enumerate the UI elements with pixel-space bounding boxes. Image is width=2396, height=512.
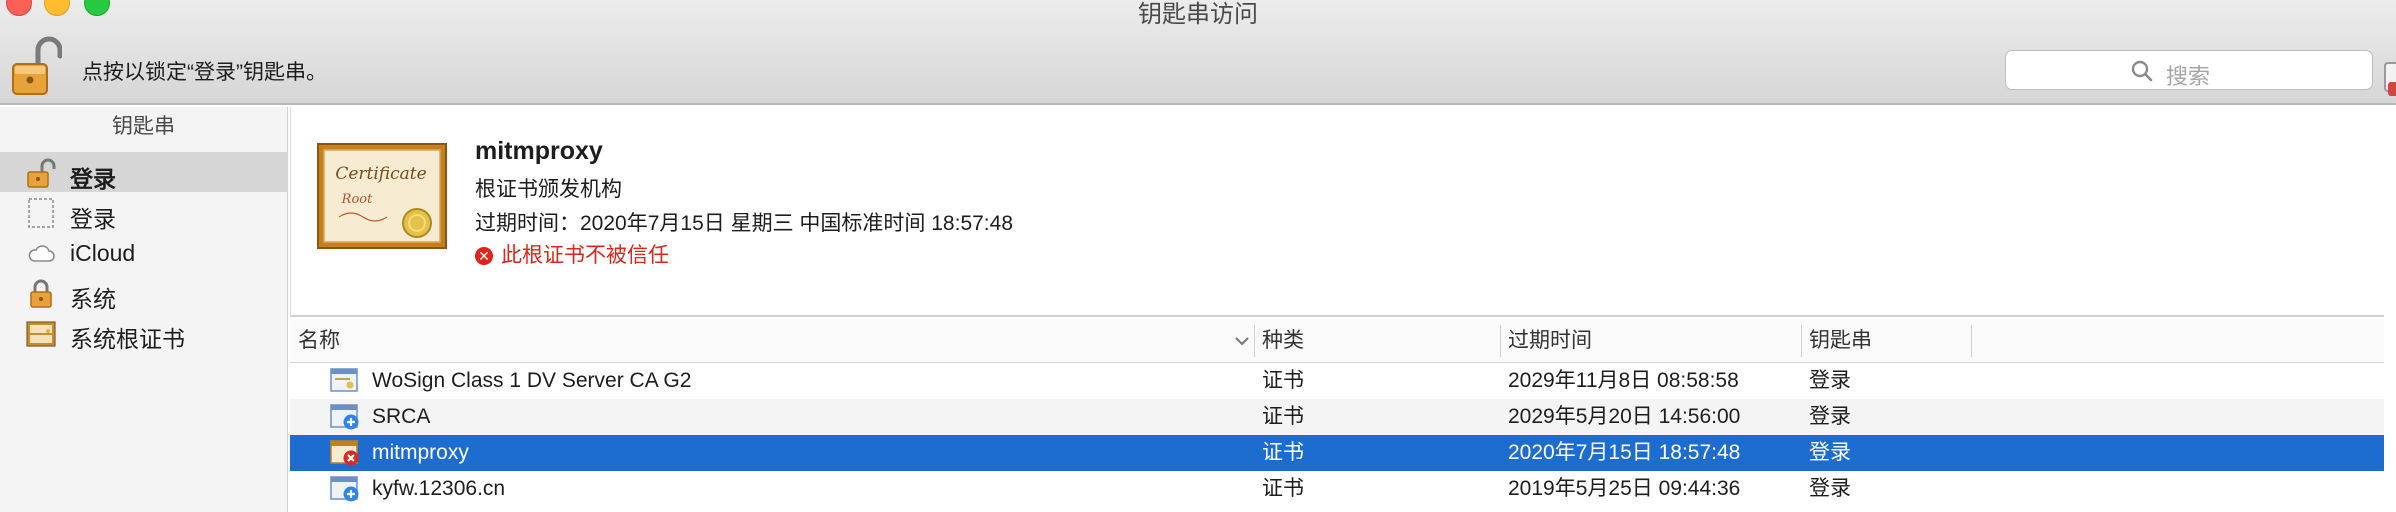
error-x-icon: ✕	[475, 247, 493, 265]
unlocked-padlock-icon	[26, 158, 56, 188]
row-keychain: 登录	[1809, 405, 1851, 428]
unlocked-padlock-icon[interactable]	[10, 34, 63, 98]
search-placeholder: 搜索	[2166, 64, 2211, 89]
svg-text:Certificate: Certificate	[335, 164, 426, 184]
sidebar-item-system[interactable]: 系统	[0, 272, 288, 312]
certificate-plus-icon	[330, 475, 360, 503]
sidebar-item-label: 登录	[70, 166, 116, 192]
certificate-root-icon: Certificate Root	[317, 143, 447, 249]
row-expires: 2029年11月8日 08:58:58	[1508, 369, 1739, 392]
column-header-kind[interactable]: 种类	[1254, 319, 1500, 363]
row-kind: 证书	[1262, 405, 1304, 428]
keychain-access-window: 钥匙串访问 点按以锁定“登录”钥匙串。 搜索 钥匙串 登录 登录 iCloud …	[0, 0, 2396, 512]
row-expires: 2020年7月15日 18:57:48	[1508, 441, 1741, 464]
row-expires: 2029年5月20日 14:56:00	[1508, 405, 1741, 428]
certificate-cabinet-icon	[26, 318, 56, 348]
sidebar-header: 钥匙串	[112, 115, 175, 138]
certificate-name: mitmproxy	[475, 137, 603, 165]
search-icon	[2130, 59, 2154, 83]
table-header: 名称 种类 过期时间 钥匙串	[290, 319, 2384, 363]
sidebar-item-label: 系统根证书	[70, 326, 185, 352]
sidebar-item-label: 登录	[70, 206, 116, 232]
trust-warning: ✕ 此根证书不被信任	[475, 239, 669, 269]
sidebar-item-label: 系统	[70, 286, 116, 312]
sidebar-item-login-unlocked[interactable]: 登录	[0, 152, 288, 192]
certificate-untrusted-icon	[330, 439, 360, 467]
row-name: WoSign Class 1 DV Server CA G2	[372, 369, 692, 392]
row-name: mitmproxy	[372, 441, 469, 464]
row-name: SRCA	[372, 405, 431, 428]
row-kind: 证书	[1262, 477, 1304, 500]
search-field[interactable]: 搜索	[2005, 50, 2373, 90]
column-header-keychain[interactable]: 钥匙串	[1801, 319, 1971, 363]
column-divider[interactable]	[1971, 325, 1972, 357]
chevron-down-icon[interactable]	[1232, 331, 1252, 351]
sidebar-item-icloud[interactable]: iCloud	[0, 232, 288, 272]
certificate-detail-pane: Certificate Root mitmproxy 根证书颁发机构 过期时间：…	[290, 107, 2384, 317]
sidebar-item-label: iCloud	[70, 240, 136, 266]
trust-warning-text: 此根证书不被信任	[501, 244, 669, 267]
table-row[interactable]: WoSign Class 1 DV Server CA G2 证书 2029年1…	[290, 363, 2384, 399]
row-kind: 证书	[1262, 441, 1304, 464]
table-row-selected[interactable]: mitmproxy 证书 2020年7月15日 18:57:48 登录	[290, 435, 2384, 471]
cloud-icon	[26, 238, 56, 268]
lock-status-text: 点按以锁定“登录”钥匙串。	[82, 61, 327, 84]
table-row[interactable]: kyfw.12306.cn 证书 2019年5月25日 09:44:36 登录	[290, 471, 2384, 507]
certificate-expiry: 过期时间：2020年7月15日 星期三 中国标准时间 18:57:48	[475, 212, 1014, 235]
row-kind: 证书	[1262, 369, 1304, 392]
row-keychain: 登录	[1809, 477, 1851, 500]
sidebar-item-system-roots[interactable]: 系统根证书	[0, 312, 288, 352]
items-table: 名称 种类 过期时间 钥匙串 WoSign Class 1 DV Server …	[290, 319, 2384, 512]
row-keychain: 登录	[1809, 441, 1851, 464]
toolbar-overflow-badge	[2388, 82, 2396, 96]
certificate-type: 根证书颁发机构	[475, 178, 622, 201]
certificate-plus-icon	[330, 403, 360, 431]
empty-keychain-icon	[26, 198, 56, 228]
row-name: kyfw.12306.cn	[372, 477, 506, 500]
certificate-icon	[330, 367, 360, 395]
sidebar-item-login[interactable]: 登录	[0, 192, 288, 232]
svg-text:Root: Root	[341, 192, 373, 207]
column-header-name[interactable]: 名称	[290, 319, 1254, 363]
window-title: 钥匙串访问	[1138, 1, 1258, 28]
toolbar: 钥匙串访问 点按以锁定“登录”钥匙串。 搜索	[0, 0, 2396, 105]
keychains-sidebar: 钥匙串 登录 登录 iCloud 系统 系统根证书	[0, 107, 288, 512]
locked-padlock-icon	[26, 278, 56, 308]
table-row[interactable]: SRCA 证书 2029年5月20日 14:56:00 登录	[290, 399, 2384, 435]
row-expires: 2019年5月25日 09:44:36	[1508, 477, 1741, 500]
row-keychain: 登录	[1809, 369, 1851, 392]
column-header-expires[interactable]: 过期时间	[1500, 319, 1801, 363]
